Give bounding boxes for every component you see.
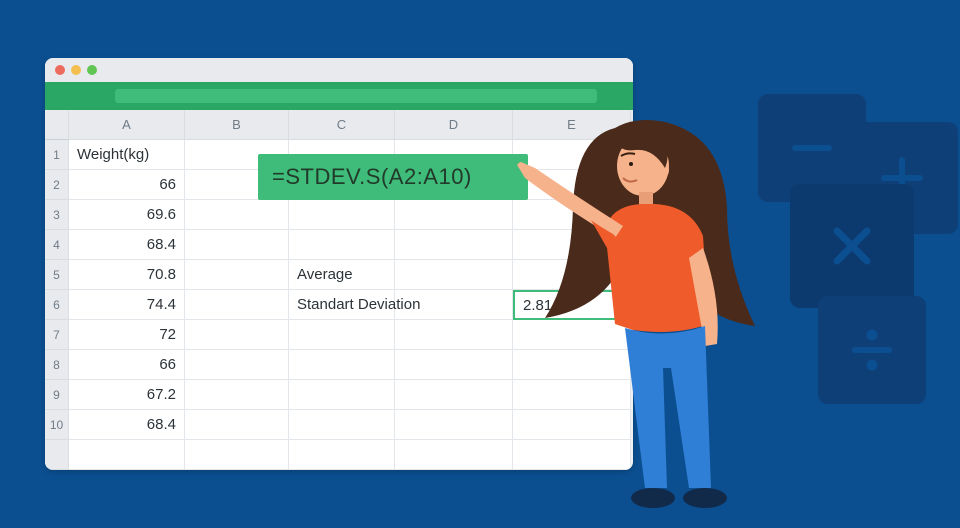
row-num[interactable]: 1 [45, 140, 69, 170]
row-num[interactable]: 2 [45, 170, 69, 200]
cell-a8[interactable]: 66 [69, 350, 185, 380]
cell-b8[interactable] [185, 350, 289, 380]
toolbar-strip [115, 89, 597, 103]
row-num[interactable]: 6 [45, 290, 69, 320]
cell-c7[interactable] [289, 320, 395, 350]
cell-a9[interactable]: 67.2 [69, 380, 185, 410]
row-num[interactable]: 10 [45, 410, 69, 440]
cell-b7[interactable] [185, 320, 289, 350]
maximize-icon[interactable] [87, 65, 97, 75]
row-num[interactable]: 5 [45, 260, 69, 290]
minimize-icon[interactable] [71, 65, 81, 75]
cell-a3[interactable]: 69.6 [69, 200, 185, 230]
row-num[interactable]: 7 [45, 320, 69, 350]
row-num[interactable]: 3 [45, 200, 69, 230]
row-num[interactable]: 9 [45, 380, 69, 410]
cell-a10[interactable]: 68.4 [69, 410, 185, 440]
cell-b5[interactable] [185, 260, 289, 290]
col-header-a[interactable]: A [69, 110, 185, 140]
cell-c5[interactable]: Average [289, 260, 395, 290]
cell-a4[interactable]: 68.4 [69, 230, 185, 260]
cell-b10[interactable] [185, 410, 289, 440]
cell-b3[interactable] [185, 200, 289, 230]
col-header-c[interactable]: C [289, 110, 395, 140]
cell-a1[interactable]: Weight(kg) [69, 140, 185, 170]
cell-c4[interactable] [289, 230, 395, 260]
cell-b4[interactable] [185, 230, 289, 260]
toolbar [45, 82, 633, 110]
cell-c9[interactable] [289, 380, 395, 410]
cell-a6[interactable]: 74.4 [69, 290, 185, 320]
row-num[interactable]: 4 [45, 230, 69, 260]
cell-c6[interactable]: Standart Deviation [289, 290, 395, 320]
row-num[interactable] [45, 440, 69, 470]
cell-c8[interactable] [289, 350, 395, 380]
cell-c11[interactable] [289, 440, 395, 470]
titlebar [45, 58, 633, 82]
person-illustration [495, 108, 815, 528]
cell-a5[interactable]: 70.8 [69, 260, 185, 290]
cell-a2[interactable]: 66 [69, 170, 185, 200]
cell-b11[interactable] [185, 440, 289, 470]
close-icon[interactable] [55, 65, 65, 75]
cell-a7[interactable]: 72 [69, 320, 185, 350]
calc-tile-divide-icon [818, 296, 926, 404]
cell-a11[interactable] [69, 440, 185, 470]
cell-c10[interactable] [289, 410, 395, 440]
cell-b6[interactable] [185, 290, 289, 320]
row-num[interactable]: 8 [45, 350, 69, 380]
corner-cell [45, 110, 69, 140]
cell-b9[interactable] [185, 380, 289, 410]
formula-overlay: =STDEV.S(A2:A10) [258, 154, 528, 200]
col-header-b[interactable]: B [185, 110, 289, 140]
cell-c3[interactable] [289, 200, 395, 230]
